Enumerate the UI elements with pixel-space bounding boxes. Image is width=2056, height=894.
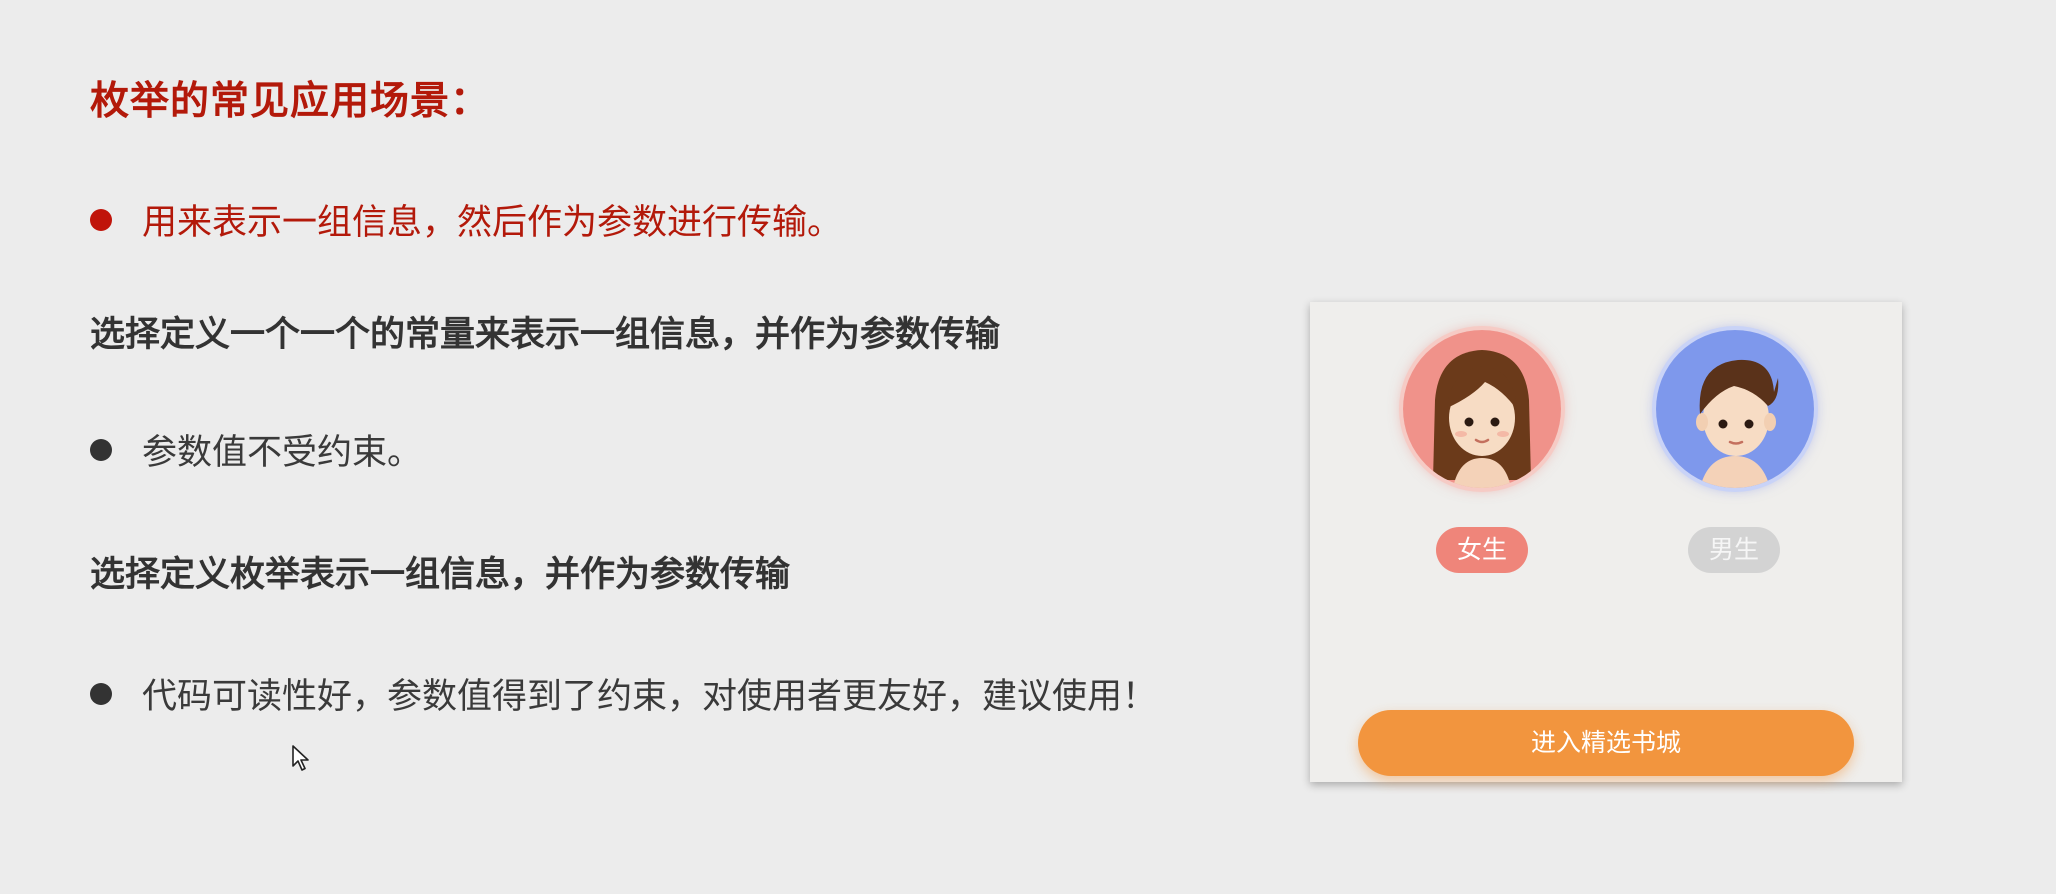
enter-bookstore-button[interactable]: 进入精选书城 <box>1358 710 1854 776</box>
slide-title: 枚举的常见应用场景： <box>90 79 491 124</box>
female-select-button[interactable]: 女生 <box>1436 527 1528 573</box>
bullet-dot-icon <box>90 438 112 461</box>
female-avatar-button[interactable] <box>1403 330 1561 488</box>
male-avatar-button[interactable] <box>1656 330 1814 488</box>
girl-avatar-icon <box>1403 330 1561 488</box>
male-select-button[interactable]: 男生 <box>1688 527 1780 573</box>
slide: 枚举的常见应用场景： 用来表示一组信息，然后作为参数进行传输。 选择定义一个一个… <box>0 0 2056 894</box>
gender-select-panel: 女生 男生 进入精选书城 <box>1310 302 1902 782</box>
bullet-dot-icon <box>90 682 112 705</box>
bullet-item-1: 用来表示一组信息，然后作为参数进行传输。 <box>90 194 842 245</box>
mouse-cursor-icon <box>292 745 309 771</box>
bullet-text-2: 参数值不受约束。 <box>142 433 423 473</box>
boy-avatar-icon <box>1656 330 1814 488</box>
subheading-constants: 选择定义一个一个的常量来表示一组信息，并作为参数传输 <box>90 315 1001 355</box>
bullet-text-1: 用来表示一组信息，然后作为参数进行传输。 <box>142 203 843 243</box>
bullet-dot-icon <box>90 208 112 231</box>
bullet-text-3: 代码可读性好，参数值得到了约束，对使用者更友好，建议使用！ <box>142 677 1158 717</box>
subheading-enum: 选择定义枚举表示一组信息，并作为参数传输 <box>90 555 791 595</box>
bullet-item-3: 代码可读性好，参数值得到了约束，对使用者更友好，建议使用！ <box>90 668 1157 719</box>
bullet-item-2: 参数值不受约束。 <box>90 424 422 475</box>
